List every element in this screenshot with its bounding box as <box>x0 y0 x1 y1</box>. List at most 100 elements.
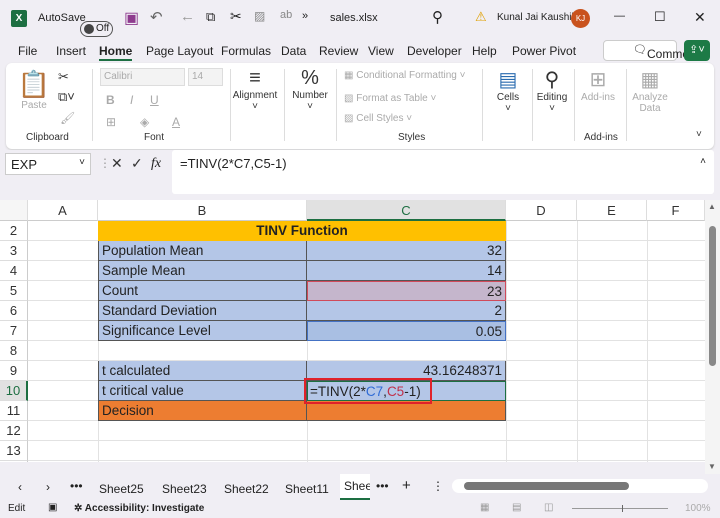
label-cell[interactable]: Significance Level <box>98 321 307 341</box>
tab-power-pivot[interactable]: Power Pivot <box>512 44 576 58</box>
row-header[interactable]: 9 <box>0 361 28 381</box>
spreadsheet-grid[interactable]: A B C D E F 234567891011121314 TINV Func… <box>0 200 705 462</box>
label-cell[interactable]: Count <box>98 281 307 301</box>
value-cell[interactable]: 14 <box>307 261 506 281</box>
cut-icon[interactable]: ✂ <box>58 69 69 85</box>
more-commands-icon[interactable]: » <box>302 10 308 22</box>
label-cell[interactable]: t calculated <box>98 361 307 381</box>
value-cell[interactable]: 32 <box>307 241 506 261</box>
row-header[interactable]: 6 <box>0 301 28 321</box>
maximize-icon[interactable]: ☐ <box>654 9 666 25</box>
row-header[interactable]: 7 <box>0 321 28 341</box>
column-header-f[interactable]: F <box>647 200 705 221</box>
collapse-ribbon-icon[interactable]: ˅ <box>696 129 702 140</box>
avatar[interactable]: KJ <box>571 9 590 28</box>
table-title[interactable]: TINV Function <box>98 221 506 241</box>
value-cell[interactable]: 23 <box>307 281 506 301</box>
enter-icon[interactable]: ✓ <box>131 155 143 172</box>
row-header[interactable]: 4 <box>0 261 28 281</box>
back-icon[interactable]: ← <box>180 8 195 25</box>
copy-icon[interactable]: ⧉˅ <box>58 89 75 105</box>
font-size-select[interactable]: 14 <box>188 68 223 86</box>
tab-file[interactable]: File <box>18 44 37 58</box>
horizontal-scrollbar[interactable] <box>452 479 708 493</box>
close-icon[interactable]: ✕ <box>694 9 706 26</box>
row-header[interactable]: 12 <box>0 421 28 441</box>
conditional-formatting-button[interactable]: ▦ Conditional Formatting ˅ <box>344 70 465 81</box>
column-header-c[interactable]: C <box>307 200 506 221</box>
zoom-slider[interactable] <box>572 505 668 512</box>
row-header[interactable]: 8 <box>0 341 28 361</box>
alignment-button[interactable]: ≡ Alignment ˅ <box>232 67 278 112</box>
tab-insert[interactable]: Insert <box>56 44 86 58</box>
options-icon[interactable]: ⋮ <box>432 479 444 493</box>
normal-view-icon[interactable]: ▦ <box>480 502 489 513</box>
scroll-up-icon[interactable]: ▲ <box>708 202 716 211</box>
row-header[interactable]: 2 <box>0 221 28 241</box>
more-sheets-icon[interactable]: ••• <box>70 479 83 493</box>
fill-color-icon[interactable]: ◈ <box>140 115 149 129</box>
number-button[interactable]: % Number ˅ <box>288 67 332 112</box>
tab-review[interactable]: Review <box>319 44 358 58</box>
picture-icon[interactable]: ▨ <box>254 9 265 23</box>
undo-icon[interactable]: ↶ <box>150 8 163 26</box>
format-painter-icon[interactable]: 🖌 <box>60 111 75 125</box>
add-sheet-icon[interactable]: + <box>402 477 411 494</box>
page-break-view-icon[interactable]: ◫ <box>544 502 553 513</box>
font-name-select[interactable]: Calibri <box>100 68 185 86</box>
value-cell[interactable]: 0.05 <box>307 321 506 341</box>
sheet-tab-sheet25[interactable]: Sheet25 <box>99 482 144 496</box>
row-header[interactable]: 5 <box>0 281 28 301</box>
label-cell[interactable]: t critical value <box>98 381 307 401</box>
tab-home[interactable]: Home <box>99 44 133 61</box>
cell-styles-button[interactable]: ▨ Cell Styles ˅ <box>344 113 412 124</box>
insert-function-button[interactable]: fx <box>151 156 161 172</box>
column-header-e[interactable]: E <box>577 200 647 221</box>
row-header[interactable]: 14 <box>0 461 28 462</box>
copy-icon[interactable]: ⧉ <box>206 9 215 25</box>
borders-icon[interactable]: ⊞ <box>106 115 116 129</box>
sheet-tab-active[interactable]: Shee <box>340 474 370 500</box>
format-as-table-button[interactable]: ▧ Format as Table ˅ <box>344 93 436 104</box>
tab-page-layout[interactable]: Page Layout <box>146 44 213 58</box>
sheet-tab-sheet22[interactable]: Sheet22 <box>224 482 269 496</box>
page-layout-view-icon[interactable]: ▤ <box>512 502 521 513</box>
comments-button[interactable]: 🗨 Comments <box>603 40 705 61</box>
share-button[interactable]: ⇪˅ <box>684 40 710 61</box>
add-ins-button[interactable]: ⊞ Add-ins <box>578 67 618 103</box>
vertical-scrollbar[interactable]: ▲ ▼ <box>705 200 720 474</box>
spelling-icon[interactable]: ab <box>280 9 292 21</box>
column-header-b[interactable]: B <box>98 200 307 221</box>
underline-button[interactable]: U <box>150 93 159 107</box>
row-header[interactable]: 11 <box>0 401 28 421</box>
zoom-slider-thumb[interactable] <box>622 505 623 512</box>
label-cell[interactable]: Standard Deviation <box>98 301 307 321</box>
label-cell[interactable]: Population Mean <box>98 241 307 261</box>
label-cell[interactable]: Decision <box>98 401 307 421</box>
analyze-data-button[interactable]: ▦ Analyze Data <box>628 67 672 114</box>
cell-edit-formula[interactable]: =TINV(2*C7,C5-1) <box>304 378 432 404</box>
tab-view[interactable]: View <box>368 44 394 58</box>
column-header-d[interactable]: D <box>506 200 577 221</box>
editing-button[interactable]: ⚲ Editing ˅ <box>534 67 570 114</box>
sheet-tab-sheet23[interactable]: Sheet23 <box>162 482 207 496</box>
macro-icon[interactable]: ▣ <box>48 502 57 513</box>
name-box[interactable]: EXP ˅ <box>5 153 91 175</box>
filename[interactable]: sales.xlsx <box>330 12 378 24</box>
vertical-scroll-thumb[interactable] <box>709 226 716 366</box>
minimize-icon[interactable]: — <box>614 10 625 22</box>
autosave-toggle[interactable]: Off <box>80 21 113 37</box>
cut-icon[interactable]: ✂ <box>230 8 242 25</box>
paste-button[interactable]: 📋 Paste <box>16 69 52 111</box>
label-cell[interactable]: Sample Mean <box>98 261 307 281</box>
sheet-tab-sheet11[interactable]: Sheet11 <box>285 482 329 496</box>
value-cell[interactable] <box>307 401 506 421</box>
expand-formula-icon[interactable]: ˄ <box>700 156 706 167</box>
value-cell[interactable]: 2 <box>307 301 506 321</box>
formula-input[interactable]: =TINV(2*C7,C5-1) ˄ <box>172 150 714 194</box>
prev-sheet-icon[interactable]: ‹ <box>18 480 22 494</box>
tab-formulas[interactable]: Formulas <box>221 44 271 58</box>
tab-developer[interactable]: Developer <box>407 44 462 58</box>
bold-button[interactable]: B <box>106 93 115 107</box>
column-header-a[interactable]: A <box>28 200 98 221</box>
